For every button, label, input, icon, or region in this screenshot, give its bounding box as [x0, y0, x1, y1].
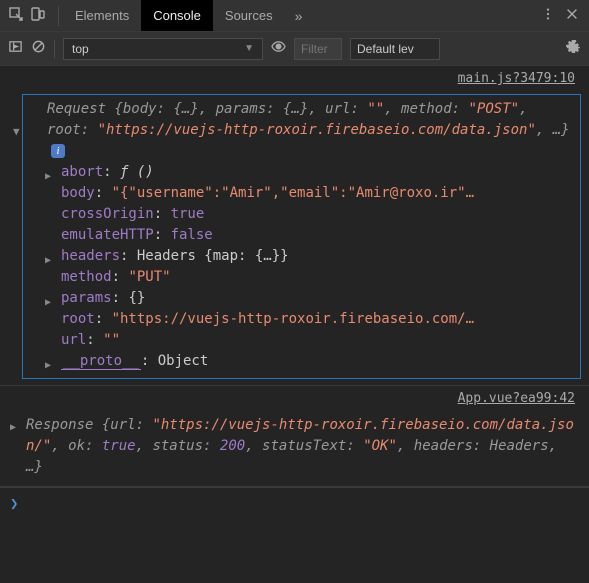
expand-arrow-icon[interactable]: ▶: [45, 355, 51, 376]
console-toolbar: top ▼ Default lev: [0, 32, 589, 66]
prop-crossorigin[interactable]: crossOrigin: true: [29, 204, 572, 225]
console-output: main.js?3479:10 ▼ Request {body: {…}, pa…: [0, 66, 589, 583]
prop-url[interactable]: url: "": [29, 330, 572, 351]
log-entry: main.js?3479:10 ▼ Request {body: {…}, pa…: [0, 66, 589, 386]
prop-emulatehttp[interactable]: emulateHTTP: false: [29, 225, 572, 246]
eye-icon[interactable]: [271, 39, 286, 58]
expanded-object: ▼ Request {body: {…}, params: {…}, url: …: [22, 94, 581, 379]
prop-abort[interactable]: ▶abort: ƒ (): [29, 162, 572, 183]
prop-params[interactable]: ▶params: {}: [29, 288, 572, 309]
info-badge-icon[interactable]: i: [51, 144, 65, 158]
console-prompt[interactable]: ❯: [0, 487, 589, 521]
source-link[interactable]: main.js?3479:10: [0, 66, 589, 91]
tab-bar: Elements Console Sources: [63, 0, 285, 31]
tab-sources[interactable]: Sources: [213, 0, 285, 31]
source-link[interactable]: App.vue?ea99:42: [0, 386, 589, 411]
more-tabs[interactable]: »: [285, 8, 313, 24]
log-level-selector[interactable]: Default lev: [350, 38, 440, 60]
prop-proto[interactable]: ▶__proto__: Object: [29, 351, 572, 372]
log-entry: App.vue?ea99:42 ▶ Response {url: "https:…: [0, 386, 589, 487]
prop-method[interactable]: method: "PUT": [29, 267, 572, 288]
clear-console-icon[interactable]: [31, 39, 46, 58]
inspect-icon[interactable]: [8, 6, 24, 26]
devtools-topbar: Elements Console Sources »: [0, 0, 589, 32]
gear-icon[interactable]: [566, 39, 581, 58]
expand-arrow-icon[interactable]: ▶: [10, 417, 16, 438]
kebab-menu-icon[interactable]: [541, 7, 555, 25]
tab-elements[interactable]: Elements: [63, 0, 141, 31]
close-icon[interactable]: [565, 7, 579, 25]
sidebar-toggle-icon[interactable]: [8, 39, 23, 58]
context-label: top: [72, 42, 89, 56]
device-toggle-icon[interactable]: [30, 6, 46, 26]
chevron-down-icon: ▼: [244, 43, 254, 54]
object-summary[interactable]: ▶ Response {url: "https://vuejs-http-rox…: [0, 411, 589, 486]
filter-input[interactable]: [294, 38, 342, 60]
prop-root[interactable]: root: "https://vuejs-http-roxoir.firebas…: [29, 309, 572, 330]
prop-headers[interactable]: ▶headers: Headers {map: {…}}: [29, 246, 572, 267]
prop-body[interactable]: body: "{"username":"Amir","email":"Amir@…: [29, 183, 572, 204]
context-selector[interactable]: top ▼: [63, 38, 263, 60]
collapse-arrow-icon[interactable]: ▼: [13, 121, 20, 142]
object-summary[interactable]: ▼ Request {body: {…}, params: {…}, url: …: [29, 99, 572, 162]
tab-console[interactable]: Console: [141, 0, 213, 31]
